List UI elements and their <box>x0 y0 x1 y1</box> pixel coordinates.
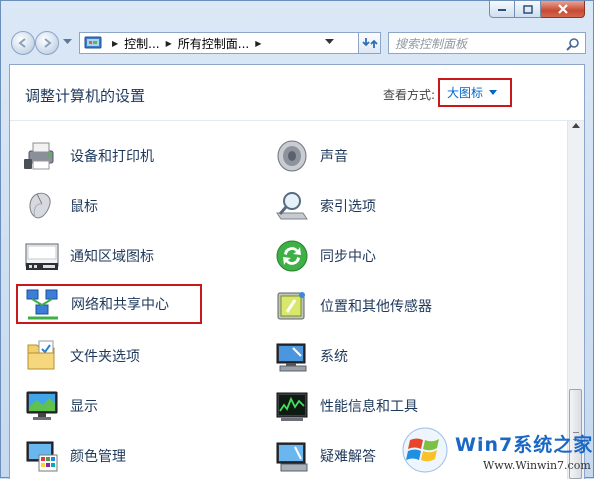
color-management-icon <box>26 441 58 472</box>
item-label: 同步中心 <box>320 249 376 265</box>
recent-pages-dropdown-icon[interactable] <box>63 39 72 45</box>
item-label: 网络和共享中心 <box>71 297 169 313</box>
search-placeholder: 搜索控制面板 <box>395 36 468 51</box>
address-bar[interactable]: ▶ 控制... ▶ 所有控制面... ▶ <box>79 32 359 54</box>
performance-icon <box>276 392 308 421</box>
monitor-icon <box>26 391 58 420</box>
arrow-left-icon <box>18 38 26 48</box>
item-label: 位置和其他传感器 <box>320 299 432 315</box>
control-panel-icon <box>84 36 102 49</box>
back-button[interactable] <box>11 31 35 55</box>
item-notification-icons[interactable]: 通知区域图标 <box>23 236 154 276</box>
address-dropdown-icon[interactable] <box>325 39 334 45</box>
folder-icon <box>27 340 55 370</box>
item-label: 系统 <box>320 349 348 365</box>
printer-icon <box>24 142 54 170</box>
item-label: 鼠标 <box>70 199 98 215</box>
control-panel-window: ▶ 控制... ▶ 所有控制面... ▶ 搜索控制面板 调整计算机的设置 查看方… <box>0 0 594 479</box>
item-folder-options[interactable]: 文件夹选项 <box>23 336 140 376</box>
item-devices-printers[interactable]: 设备和打印机 <box>23 136 154 176</box>
speaker-icon <box>277 140 307 172</box>
item-performance-tools[interactable]: 性能信息和工具 <box>273 386 418 426</box>
breadcrumb-separator-icon: ▶ <box>112 38 119 48</box>
close-icon <box>557 4 568 14</box>
item-label: 疑难解答 <box>320 449 376 465</box>
refresh-button[interactable] <box>359 32 381 54</box>
sensor-icon <box>277 292 305 320</box>
item-system[interactable]: 系统 <box>273 336 348 376</box>
item-label: 文件夹选项 <box>70 349 140 365</box>
breadcrumb-all-items[interactable]: 所有控制面... <box>178 35 249 52</box>
breadcrumb-separator-icon[interactable]: ▶ <box>166 39 172 48</box>
item-label: 性能信息和工具 <box>320 399 418 415</box>
maximize-button[interactable] <box>515 1 541 18</box>
item-mouse[interactable]: 鼠标 <box>23 186 98 226</box>
system-icon <box>276 343 307 372</box>
sync-icon <box>276 240 308 272</box>
main-content: 调整计算机的设置 查看方式: 大图标 设备和打印机 鼠标 通知区域图标 网络和共… <box>9 64 585 479</box>
minimize-icon <box>498 9 506 11</box>
watermark-title: Win7系统之家 <box>455 434 594 456</box>
item-troubleshooting[interactable]: 疑难解答 <box>273 436 376 476</box>
search-input[interactable]: 搜索控制面板 <box>388 32 586 54</box>
mouse-icon <box>29 192 51 219</box>
indexing-icon <box>276 192 308 220</box>
item-label: 颜色管理 <box>70 449 126 465</box>
item-label: 显示 <box>70 399 98 415</box>
chevron-down-icon <box>489 90 498 95</box>
item-sync-center[interactable]: 同步中心 <box>273 236 376 276</box>
view-by-label: 查看方式: <box>383 88 436 102</box>
item-location-sensors[interactable]: 位置和其他传感器 <box>273 286 432 326</box>
view-by-value: 大图标 <box>447 86 484 100</box>
breadcrumb-control-panel[interactable]: 控制... <box>124 35 159 52</box>
network-icon <box>26 289 58 320</box>
close-button[interactable] <box>541 1 585 18</box>
item-label: 索引选项 <box>320 199 376 215</box>
window-controls <box>489 1 585 18</box>
taskbar-icon <box>25 243 59 270</box>
minimize-button[interactable] <box>489 1 515 18</box>
troubleshoot-icon <box>276 442 308 472</box>
forward-button[interactable] <box>35 31 59 55</box>
item-label: 通知区域图标 <box>70 249 154 265</box>
item-network-sharing-center[interactable]: 网络和共享中心 <box>16 284 202 324</box>
site-watermark: Win7系统之家 Www.Winwin7.com <box>399 424 594 479</box>
maximize-icon <box>522 4 533 14</box>
item-label: 设备和打印机 <box>70 149 154 165</box>
item-indexing-options[interactable]: 索引选项 <box>273 186 376 226</box>
windows-logo-icon <box>402 427 448 473</box>
breadcrumb-separator-icon[interactable]: ▶ <box>255 39 261 48</box>
item-color-management[interactable]: 颜色管理 <box>23 436 126 476</box>
refresh-icon <box>361 38 378 48</box>
item-sound[interactable]: 声音 <box>273 136 348 176</box>
item-label: 声音 <box>320 149 348 165</box>
page-title: 调整计算机的设置 <box>25 87 146 105</box>
watermark-url: Www.Winwin7.com <box>483 459 591 472</box>
search-icon[interactable] <box>566 37 580 51</box>
item-display[interactable]: 显示 <box>23 386 98 426</box>
content-header: 调整计算机的设置 查看方式: 大图标 <box>10 65 584 121</box>
navigation-bar: ▶ 控制... ▶ 所有控制面... ▶ 搜索控制面板 <box>9 30 586 58</box>
view-by-dropdown[interactable]: 大图标 <box>438 78 512 107</box>
scroll-up-icon[interactable] <box>572 123 580 129</box>
arrow-right-icon <box>44 38 52 48</box>
